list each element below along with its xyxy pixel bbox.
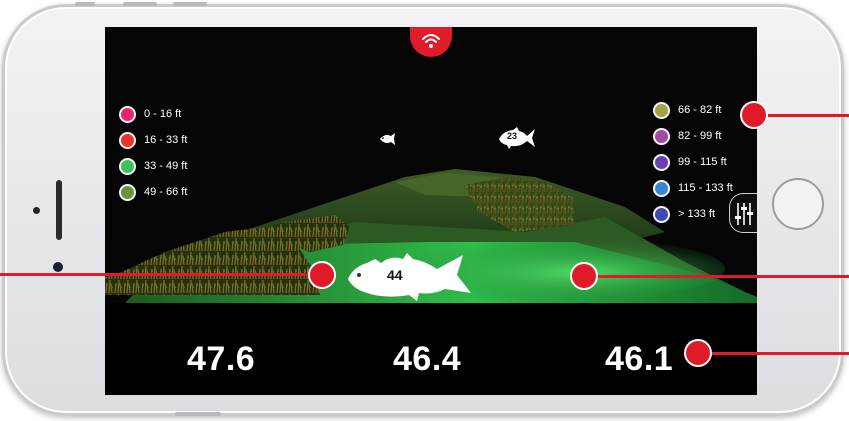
- depth-reading-right: 46.1: [605, 340, 674, 378]
- legend-item: > 133 ft: [653, 201, 733, 227]
- legend-label: 115 - 133 ft: [678, 182, 733, 194]
- depth-color-swatch: [653, 153, 670, 171]
- legend-item: 82 - 99 ft: [653, 123, 733, 149]
- depth-color-swatch: [653, 101, 670, 119]
- legend-item: 16 - 33 ft: [119, 127, 187, 153]
- legend-label: 16 - 33 ft: [144, 134, 188, 146]
- legend-label: 0 - 16 ft: [144, 108, 182, 120]
- legend-label: 99 - 115 ft: [678, 156, 727, 168]
- small-fish-icon[interactable]: [379, 133, 399, 145]
- proximity-sensor: [53, 262, 63, 272]
- depth-legend-left: 0 - 16 ft 16 - 33 ft 33 - 49 ft 49 - 66 …: [119, 101, 187, 205]
- callout-marker: [684, 339, 712, 367]
- depth-color-swatch: [119, 131, 136, 149]
- legend-item: 0 - 16 ft: [119, 101, 187, 127]
- depth-color-swatch: [653, 127, 670, 145]
- earpiece-speaker: [56, 180, 62, 240]
- legend-item: 33 - 49 ft: [119, 153, 187, 179]
- filter-settings-button[interactable]: [729, 193, 757, 233]
- depth-reading-center: 46.4: [393, 340, 462, 378]
- depth-readout-bar: 47.6 46.4 46.1: [105, 303, 757, 395]
- volume-button: [173, 2, 207, 6]
- legend-item: 99 - 115 ft: [653, 149, 733, 175]
- callout-line: [0, 273, 322, 276]
- wifi-icon: [422, 34, 440, 48]
- legend-label: 82 - 99 ft: [678, 130, 722, 142]
- callout-marker: [570, 262, 598, 290]
- depth-color-swatch: [653, 205, 670, 223]
- legend-item: 115 - 133 ft: [653, 175, 733, 201]
- callout-line: [698, 352, 849, 355]
- fish-depth-label: 44: [387, 267, 403, 283]
- depth-color-swatch: [653, 179, 670, 197]
- depth-color-swatch: [119, 183, 136, 201]
- sliders-icon: [735, 203, 753, 225]
- home-button[interactable]: [772, 178, 824, 230]
- legend-label: 33 - 49 ft: [144, 160, 188, 172]
- front-camera: [33, 207, 40, 214]
- callout-line: [582, 275, 849, 278]
- legend-label: > 133 ft: [678, 208, 716, 220]
- sonar-screen: 0 - 16 ft 16 - 33 ft 33 - 49 ft 49 - 66 …: [105, 27, 757, 395]
- depth-legend-right: 66 - 82 ft 82 - 99 ft 99 - 115 ft 115 - …: [653, 97, 733, 227]
- depth-color-swatch: [119, 157, 136, 175]
- fish-depth-label: 23: [507, 131, 518, 141]
- callout-marker: [308, 261, 336, 289]
- legend-label: 66 - 82 ft: [678, 104, 722, 116]
- legend-item: 66 - 82 ft: [653, 97, 733, 123]
- depth-color-swatch: [119, 105, 136, 123]
- legend-label: 49 - 66 ft: [144, 186, 188, 198]
- large-fish-icon[interactable]: [345, 249, 475, 303]
- legend-item: 49 - 66 ft: [119, 179, 187, 205]
- depth-reading-left: 47.6: [187, 340, 256, 378]
- callout-marker: [740, 101, 768, 129]
- power-button: [175, 412, 221, 416]
- volume-button: [123, 2, 157, 6]
- mute-switch: [75, 2, 95, 6]
